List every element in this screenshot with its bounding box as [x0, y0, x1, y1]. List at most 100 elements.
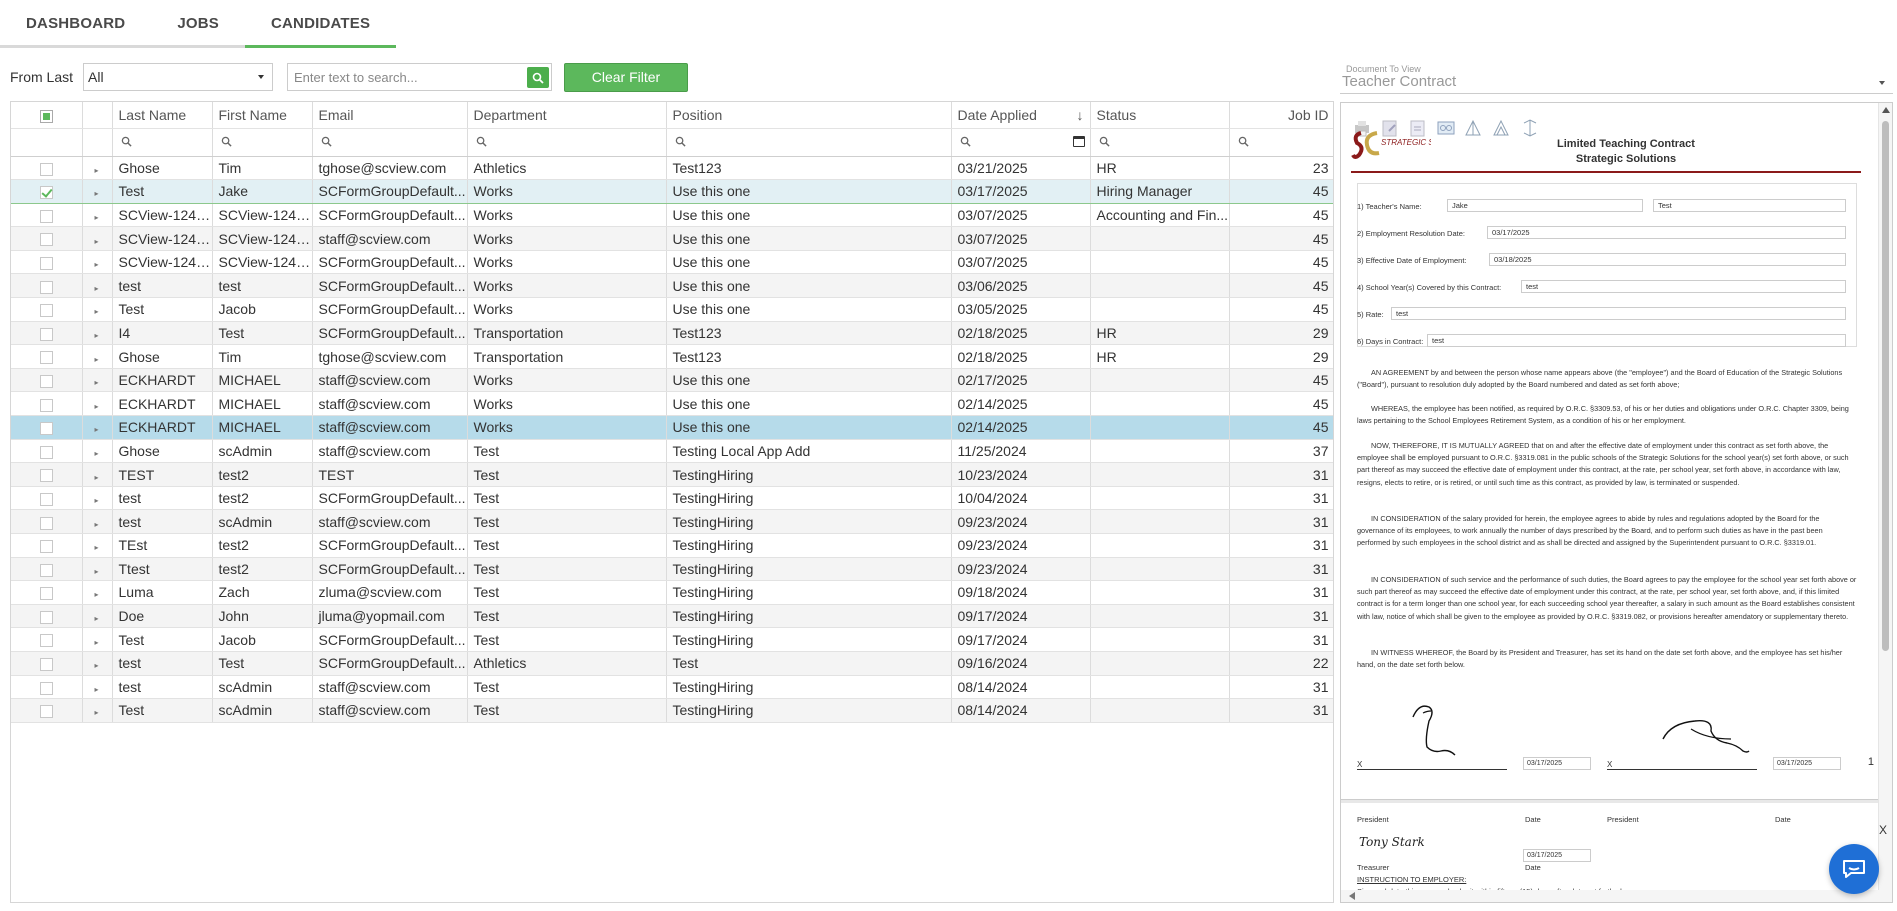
scroll-thumb[interactable]	[1882, 121, 1889, 651]
expand-arrow-icon[interactable]: ▸	[95, 520, 99, 529]
resolution-date-field[interactable]: 03/17/2025	[1487, 226, 1846, 239]
row-checkbox[interactable]	[39, 587, 53, 601]
row-select-cell[interactable]	[11, 156, 83, 181]
expand-arrow-icon[interactable]: ▸	[95, 402, 99, 411]
row-select-cell[interactable]	[11, 273, 83, 299]
row-expander[interactable]: ▸	[82, 156, 113, 181]
row-checkbox[interactable]	[39, 186, 53, 200]
row-expander[interactable]: ▸	[82, 391, 113, 417]
row-select-cell[interactable]	[11, 557, 83, 582]
close-viewer-button[interactable]: X	[1879, 823, 1887, 837]
row-expander[interactable]: ▸	[82, 297, 113, 322]
expand-arrow-icon[interactable]: ▸	[95, 237, 99, 246]
row-checkbox[interactable]	[39, 209, 53, 223]
row-expander[interactable]: ▸	[82, 439, 113, 464]
expand-arrow-icon[interactable]: ▸	[95, 166, 99, 175]
row-expander[interactable]: ▸	[82, 415, 113, 440]
table-row[interactable]: ▸ Test Jacob SCFormGroupDefault... Works Use …	[11, 297, 1333, 322]
row-expander[interactable]: ▸	[82, 250, 113, 275]
select-all-checkbox[interactable]	[39, 109, 53, 123]
rate-field[interactable]: test	[1391, 307, 1846, 320]
row-checkbox[interactable]	[39, 256, 53, 270]
row-select-cell[interactable]	[11, 344, 83, 369]
teacher-first-name-field[interactable]: Jake	[1447, 199, 1643, 212]
row-select-cell[interactable]	[11, 698, 83, 723]
expand-arrow-icon[interactable]: ▸	[95, 213, 99, 222]
row-select-cell[interactable]	[11, 509, 83, 534]
row-expander[interactable]: ▸	[82, 651, 113, 676]
expand-arrow-icon[interactable]: ▸	[95, 260, 99, 269]
filter-status[interactable]	[1090, 128, 1230, 157]
table-row[interactable]: ▸ test Test SCFormGroupDefault... Athletics T…	[11, 651, 1333, 676]
row-checkbox[interactable]	[39, 681, 53, 695]
expand-arrow-icon[interactable]: ▸	[95, 590, 99, 599]
table-row[interactable]: ▸ Ghose Tim tghose@scview.com Athletics Test1…	[11, 156, 1333, 181]
table-row[interactable]: ▸ test test SCFormGroupDefault... Works Use t…	[11, 273, 1333, 299]
table-row[interactable]: ▸ ECKHARDT MICHAEL staff@scview.com Works Use…	[11, 368, 1333, 393]
filter-email[interactable]	[312, 128, 468, 157]
expand-arrow-icon[interactable]: ▸	[95, 638, 99, 647]
table-row[interactable]: ▸ Ghose Tim tghose@scview.com Transportation…	[11, 344, 1333, 369]
row-select-cell[interactable]	[11, 179, 83, 204]
row-checkbox[interactable]	[39, 398, 53, 412]
expand-arrow-icon[interactable]: ▸	[95, 355, 99, 364]
expand-arrow-icon[interactable]: ▸	[95, 425, 99, 434]
tab-candidates[interactable]: CANDIDATES	[244, 0, 397, 48]
expand-arrow-icon[interactable]: ▸	[95, 189, 99, 198]
document-viewer[interactable]: STRATEGIC SOLUTIONS Limited Teaching Con…	[1340, 102, 1893, 903]
row-expander[interactable]: ▸	[82, 179, 113, 204]
filter-last-name[interactable]	[112, 128, 213, 157]
table-row[interactable]: ▸ Doe John jluma@yopmail.com Test TestingHiri…	[11, 604, 1333, 629]
chat-button[interactable]	[1829, 844, 1879, 894]
document-horizontal-scrollbar[interactable]	[1341, 890, 1892, 902]
col-position[interactable]: Position	[666, 102, 952, 129]
expand-arrow-icon[interactable]: ▸	[95, 449, 99, 458]
document-vertical-scrollbar[interactable]	[1878, 103, 1892, 902]
row-checkbox[interactable]	[39, 304, 53, 318]
row-expander[interactable]: ▸	[82, 344, 113, 369]
col-last-name[interactable]: Last Name	[112, 102, 213, 129]
expand-arrow-icon[interactable]: ▸	[95, 473, 99, 482]
school-years-field[interactable]: test	[1521, 280, 1846, 293]
filter-job-id[interactable]	[1229, 128, 1333, 157]
clear-filter-button[interactable]: Clear Filter	[564, 62, 688, 92]
row-expander[interactable]: ▸	[82, 273, 113, 299]
rotate-icon[interactable]	[1519, 117, 1541, 139]
row-select-cell[interactable]	[11, 368, 83, 393]
row-select-cell[interactable]	[11, 439, 83, 464]
row-expander[interactable]: ▸	[82, 368, 113, 393]
table-row[interactable]: ▸ TEst test2 SCFormGroupDefault... Test Testi…	[11, 533, 1333, 558]
calendar-icon[interactable]	[1072, 136, 1085, 147]
expand-arrow-icon[interactable]: ▸	[95, 614, 99, 623]
document-to-view-dropdown[interactable]: Teacher Contract	[1340, 70, 1893, 94]
table-row[interactable]: ▸ test scAdmin staff@scview.com Test TestingH…	[11, 509, 1333, 534]
table-row[interactable]: ▸ SCView-1240... SCView-1240... SCFormGroup…	[11, 203, 1333, 228]
table-row[interactable]: ▸ SCView-1240... SCView-1240... staff@scvie…	[11, 226, 1333, 251]
row-expander[interactable]: ▸	[82, 675, 113, 700]
row-select-cell[interactable]	[11, 486, 83, 511]
teacher-last-name-field[interactable]: Test	[1653, 199, 1846, 212]
row-expander[interactable]: ▸	[82, 533, 113, 558]
filter-department[interactable]	[467, 128, 667, 157]
expand-arrow-icon[interactable]: ▸	[95, 543, 99, 552]
row-checkbox[interactable]	[39, 634, 53, 648]
search-button[interactable]	[527, 67, 549, 88]
row-expander[interactable]: ▸	[82, 698, 113, 723]
row-checkbox[interactable]	[39, 563, 53, 577]
expand-arrow-icon[interactable]: ▸	[95, 708, 99, 717]
row-checkbox[interactable]	[39, 280, 53, 294]
employee-sign-date[interactable]: 03/17/2025	[1523, 757, 1591, 770]
row-expander[interactable]: ▸	[82, 321, 113, 346]
row-checkbox[interactable]	[39, 233, 53, 247]
table-row[interactable]: ▸ test scAdmin staff@scview.com Test TestingH…	[11, 675, 1333, 700]
from-last-dropdown[interactable]: All	[83, 63, 273, 91]
row-checkbox[interactable]	[39, 374, 53, 388]
table-row[interactable]: ▸ I4 Test SCFormGroupDefault... Transportati…	[11, 321, 1333, 346]
table-row[interactable]: ▸ Ttest test2 SCFormGroupDefault... Test Test…	[11, 557, 1333, 582]
expand-arrow-icon[interactable]: ▸	[95, 284, 99, 293]
row-checkbox[interactable]	[39, 516, 53, 530]
row-select-cell[interactable]	[11, 627, 83, 652]
filter-date-applied[interactable]	[951, 128, 1091, 157]
row-expander[interactable]: ▸	[82, 509, 113, 534]
scroll-up-arrow-icon[interactable]	[1882, 107, 1890, 113]
